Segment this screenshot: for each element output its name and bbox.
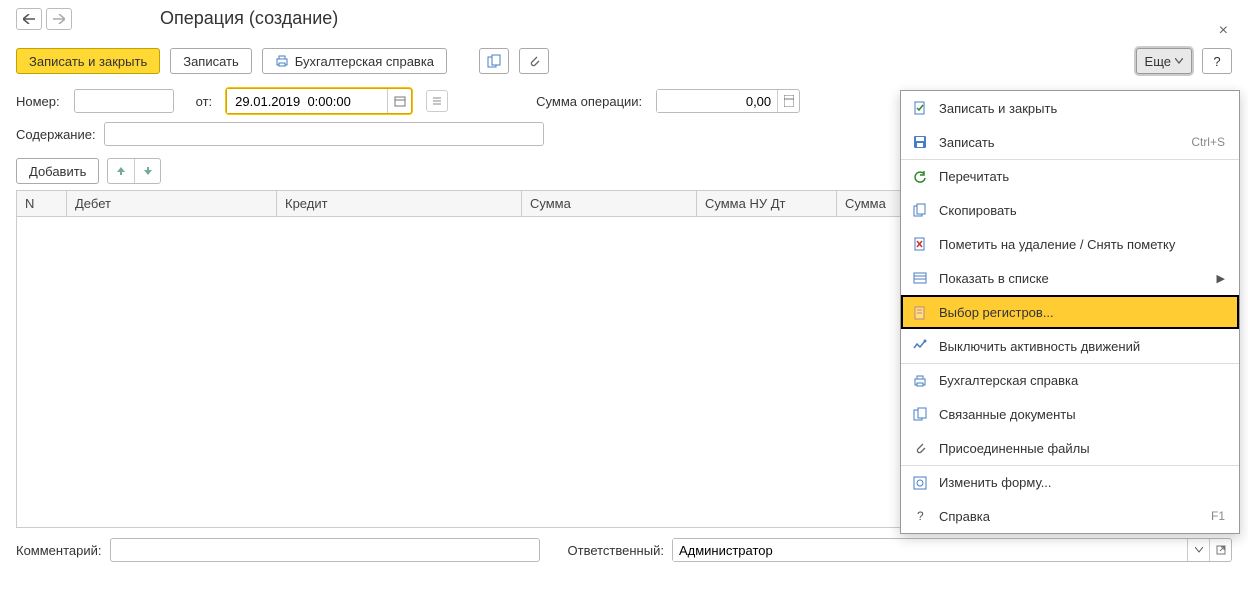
menu-item-1[interactable]: Записать Ctrl+S bbox=[901, 125, 1239, 159]
menu-item-2[interactable]: Перечитать bbox=[901, 159, 1239, 193]
comment-input[interactable] bbox=[110, 538, 540, 562]
sum-label: Сумма операции: bbox=[536, 94, 642, 109]
form-icon bbox=[911, 476, 929, 490]
menu-item-11[interactable]: Изменить форму... bbox=[901, 465, 1239, 499]
content-input[interactable] bbox=[104, 122, 544, 146]
date-extra-button[interactable] bbox=[426, 90, 448, 112]
attach-icon bbox=[911, 441, 929, 455]
col-n[interactable]: N bbox=[17, 191, 67, 216]
activity-icon bbox=[911, 339, 929, 353]
menu-item-label: Перечитать bbox=[939, 169, 1225, 184]
number-input[interactable] bbox=[74, 89, 174, 113]
col-sum[interactable]: Сумма bbox=[522, 191, 697, 216]
menu-item-3[interactable]: Скопировать bbox=[901, 193, 1239, 227]
comment-label: Комментарий: bbox=[16, 543, 102, 558]
list-small-icon bbox=[432, 96, 442, 106]
report-button-label: Бухгалтерская справка bbox=[295, 54, 434, 69]
more-menu: Записать и закрыть Записать Ctrl+S Перечита… bbox=[900, 90, 1240, 534]
nav-forward-button[interactable] bbox=[46, 8, 72, 30]
col-sum-nu-dt[interactable]: Сумма НУ Дт bbox=[697, 191, 837, 216]
copy-icon bbox=[911, 203, 929, 217]
move-up-button[interactable] bbox=[108, 159, 134, 183]
arrow-up-icon bbox=[116, 166, 126, 176]
page-title: Операция (создание) bbox=[76, 8, 338, 29]
menu-item-label: Скопировать bbox=[939, 203, 1225, 218]
doc-check-icon bbox=[911, 101, 929, 115]
menu-item-label: Справка bbox=[939, 509, 1201, 524]
menu-item-6[interactable]: Выбор регистров... bbox=[901, 295, 1239, 329]
col-credit[interactable]: Кредит bbox=[277, 191, 522, 216]
delete-mark-icon bbox=[911, 237, 929, 251]
linked-docs-button[interactable] bbox=[479, 48, 509, 74]
more-button[interactable]: Еще bbox=[1136, 48, 1192, 74]
date-field[interactable] bbox=[226, 88, 412, 114]
responsible-label: Ответственный: bbox=[568, 543, 664, 558]
more-button-label: Еще bbox=[1145, 54, 1171, 69]
linked-icon bbox=[911, 407, 929, 421]
move-down-button[interactable] bbox=[134, 159, 160, 183]
menu-item-4[interactable]: Пометить на удаление / Снять пометку bbox=[901, 227, 1239, 261]
chevron-right-icon: ▶ bbox=[1217, 272, 1225, 285]
arrow-down-icon bbox=[143, 166, 153, 176]
menu-item-label: Пометить на удаление / Снять пометку bbox=[939, 237, 1225, 252]
help-icon: ? bbox=[1213, 54, 1220, 69]
close-button[interactable]: × bbox=[1219, 22, 1228, 40]
menu-item-label: Бухгалтерская справка bbox=[939, 373, 1225, 388]
menu-item-5[interactable]: Показать в списке ▶ bbox=[901, 261, 1239, 295]
menu-item-label: Выбор регистров... bbox=[939, 305, 1225, 320]
menu-item-label: Записать bbox=[939, 135, 1181, 150]
help-button[interactable]: ? bbox=[1202, 48, 1232, 74]
open-icon bbox=[1216, 545, 1226, 555]
responsible-dropdown-button[interactable] bbox=[1187, 539, 1209, 561]
paperclip-icon bbox=[527, 54, 541, 68]
report-button[interactable]: Бухгалтерская справка bbox=[262, 48, 447, 74]
linked-docs-icon bbox=[487, 54, 501, 68]
menu-item-label: Связанные документы bbox=[939, 407, 1225, 422]
calendar-icon bbox=[394, 95, 406, 107]
chevron-down-icon bbox=[1195, 547, 1203, 553]
col-debit[interactable]: Дебет bbox=[67, 191, 277, 216]
registers-icon bbox=[911, 306, 929, 320]
menu-item-12[interactable]: ? Справка F1 bbox=[901, 499, 1239, 533]
menu-item-7[interactable]: Выключить активность движений bbox=[901, 329, 1239, 363]
nav-back-button[interactable] bbox=[16, 8, 42, 30]
menu-item-9[interactable]: Связанные документы bbox=[901, 397, 1239, 431]
menu-item-0[interactable]: Записать и закрыть bbox=[901, 91, 1239, 125]
date-label: от: bbox=[196, 94, 213, 109]
calculator-icon bbox=[784, 95, 794, 107]
number-label: Номер: bbox=[16, 94, 60, 109]
menu-item-label: Показать в списке bbox=[939, 271, 1207, 286]
add-row-button[interactable]: Добавить bbox=[16, 158, 99, 184]
arrow-right-icon bbox=[53, 14, 65, 24]
menu-item-8[interactable]: Бухгалтерская справка bbox=[901, 363, 1239, 397]
refresh-icon bbox=[911, 170, 929, 184]
svg-text:?: ? bbox=[917, 509, 924, 523]
menu-item-label: Присоединенные файлы bbox=[939, 441, 1225, 456]
save-button[interactable]: Записать bbox=[170, 48, 252, 74]
sum-input[interactable] bbox=[657, 90, 777, 112]
menu-item-label: Выключить активность движений bbox=[939, 339, 1225, 354]
menu-item-label: Изменить форму... bbox=[939, 475, 1225, 490]
menu-item-10[interactable]: Присоединенные файлы bbox=[901, 431, 1239, 465]
chevron-down-icon bbox=[1175, 58, 1183, 64]
print-icon bbox=[911, 374, 929, 388]
printer-icon bbox=[275, 54, 289, 68]
menu-item-shortcut: Ctrl+S bbox=[1191, 135, 1225, 149]
list-icon bbox=[911, 271, 929, 285]
arrow-left-icon bbox=[23, 14, 35, 24]
menu-item-label: Записать и закрыть bbox=[939, 101, 1225, 116]
save-icon bbox=[911, 135, 929, 149]
save-and-close-button[interactable]: Записать и закрыть bbox=[16, 48, 160, 74]
responsible-input[interactable] bbox=[673, 539, 1187, 561]
menu-item-shortcut: F1 bbox=[1211, 509, 1225, 523]
calculator-button[interactable] bbox=[777, 90, 799, 112]
content-label: Содержание: bbox=[16, 127, 96, 142]
date-picker-button[interactable] bbox=[387, 89, 411, 113]
attach-button[interactable] bbox=[519, 48, 549, 74]
date-input[interactable] bbox=[227, 89, 387, 113]
help-icon: ? bbox=[911, 509, 929, 523]
responsible-open-button[interactable] bbox=[1209, 539, 1231, 561]
